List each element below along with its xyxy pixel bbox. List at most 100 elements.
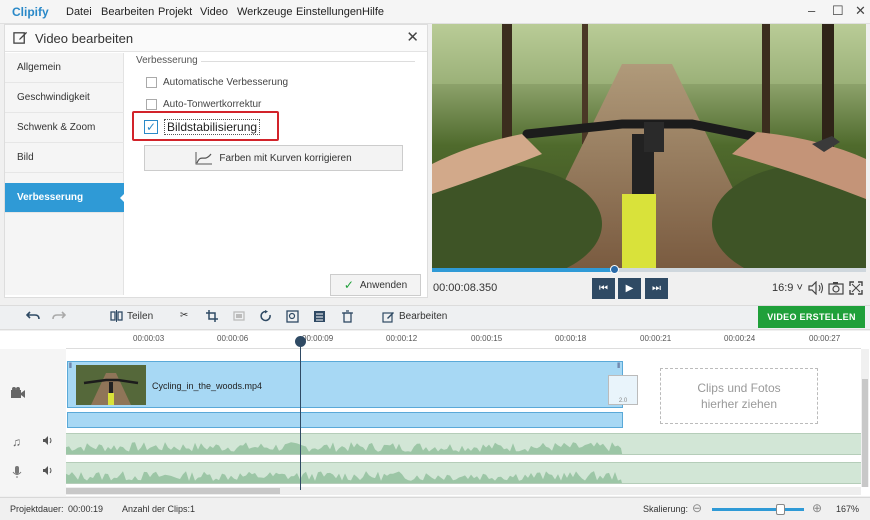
tick-label: 00:00:18 xyxy=(555,334,587,343)
maximize-icon[interactable]: ☐ xyxy=(832,3,844,19)
music-mute-icon[interactable] xyxy=(42,435,54,449)
effects-icon[interactable] xyxy=(313,310,326,323)
option-stabilization[interactable]: ✓ Bildstabilisierung xyxy=(144,119,261,135)
snapshot-icon[interactable] xyxy=(828,281,844,298)
undo-icon[interactable] xyxy=(26,310,40,322)
voice-track[interactable] xyxy=(66,462,861,484)
cut-icon[interactable]: ✂ xyxy=(180,310,188,321)
nav-item-verbesserung[interactable]: Verbesserung xyxy=(5,183,125,213)
voice-mute-icon[interactable] xyxy=(42,465,54,479)
fullscreen-icon[interactable] xyxy=(849,281,863,298)
music-waveform xyxy=(66,442,623,454)
video-clip[interactable]: Cycling_in_the_woods.mp4 ‖ ‖ xyxy=(67,361,623,408)
menu-hilfe[interactable]: Hilfe xyxy=(362,6,384,18)
edit-icon xyxy=(13,31,28,44)
time-ruler[interactable]: 00:00:03 00:00:06 00:00:09 00:00:12 00:0… xyxy=(66,331,861,349)
menu-projekt[interactable]: Projekt xyxy=(158,6,192,18)
tick-label: 00:00:12 xyxy=(386,334,418,343)
option-stabilization-label: Bildstabilisierung xyxy=(164,119,261,135)
tick-label: 00:00:27 xyxy=(809,334,841,343)
zoom-in-icon[interactable]: ⊕ xyxy=(812,501,822,515)
apply-button[interactable]: ✓ Anwenden xyxy=(330,274,421,296)
crop-icon[interactable] xyxy=(206,310,218,322)
menu-video[interactable]: Video xyxy=(200,6,228,18)
trash-icon[interactable] xyxy=(342,310,353,323)
window-close-icon[interactable]: ✕ xyxy=(855,3,866,19)
minimize-icon[interactable]: – xyxy=(808,3,815,18)
option-auto-levels[interactable]: Auto-Tonwertkorrektur xyxy=(146,99,261,110)
zoom-value: 167% xyxy=(836,504,860,514)
edit-side-nav: Allgemein Geschwindigkeit Schwenk & Zoom… xyxy=(5,53,125,295)
color-curves-button[interactable]: Farben mit Kurven korrigieren xyxy=(144,145,403,171)
timeline-vscrollbar[interactable] xyxy=(861,349,869,487)
zoom-frame-icon[interactable] xyxy=(286,310,299,323)
timeline-toolbar: Teilen ✂ Bearbeiten xyxy=(0,305,870,330)
split-label: Teilen xyxy=(127,310,154,322)
skip-forward-icon[interactable]: ⏭ xyxy=(645,278,668,299)
option-auto-levels-label: Auto-Tonwertkorrektur xyxy=(163,99,262,110)
checkbox-auto-levels[interactable] xyxy=(146,99,157,110)
playhead-handle[interactable] xyxy=(295,336,306,347)
vscroll-thumb[interactable] xyxy=(862,379,868,487)
zoom-slider-handle[interactable] xyxy=(776,504,786,515)
create-video-button[interactable]: VIDEO ERSTELLEN xyxy=(758,306,865,328)
curve-icon xyxy=(195,152,213,165)
apply-label: Anwenden xyxy=(359,279,408,291)
edit-panel-header: Video bearbeiten ✕ xyxy=(5,25,427,52)
close-icon[interactable]: ✕ xyxy=(406,28,419,46)
clip-thumbnail xyxy=(76,365,146,405)
menu-werkzeuge[interactable]: Werkzeuge xyxy=(237,6,292,18)
seekbar-progress xyxy=(432,268,615,272)
music-track[interactable] xyxy=(66,433,861,455)
playback-seekbar[interactable] xyxy=(432,265,866,274)
video-preview[interactable] xyxy=(432,24,866,268)
clip-title-bar[interactable] xyxy=(67,412,623,428)
timeline[interactable]: 00:00:03 00:00:06 00:00:09 00:00:12 00:0… xyxy=(0,331,870,496)
section-title: Verbesserung xyxy=(136,55,198,66)
scale-label: Skalierung: xyxy=(643,504,689,514)
menu-bar: Clipify Datei Bearbeiten Projekt Video W… xyxy=(0,0,870,24)
checkbox-stabilization[interactable]: ✓ xyxy=(144,120,158,134)
video-track-icon xyxy=(10,387,26,402)
clips-count-value: 1 xyxy=(190,504,196,514)
transition-badge[interactable]: 2.0 xyxy=(608,375,638,405)
clips-count-label: Anzahl der Clips: xyxy=(122,504,191,514)
menu-datei[interactable]: Datei xyxy=(66,6,92,18)
timeline-hscrollbar[interactable] xyxy=(66,487,861,495)
redo-icon[interactable] xyxy=(52,310,66,322)
menu-bearbeiten[interactable]: Bearbeiten xyxy=(101,6,154,18)
play-icon[interactable]: ▶ xyxy=(618,278,641,299)
video-edit-panel: Video bearbeiten ✕ Allgemein Geschwindig… xyxy=(4,24,428,298)
seekbar-handle[interactable] xyxy=(610,265,620,274)
aspect-ratio-select[interactable]: 16:9 ˅ xyxy=(772,282,803,294)
edit-clip-button[interactable]: Bearbeiten xyxy=(382,310,447,323)
nav-item-bild[interactable]: Bild xyxy=(5,143,124,173)
zoom-slider[interactable] xyxy=(712,504,804,515)
checkbox-auto-enhance[interactable] xyxy=(146,77,157,88)
edit-clip-label: Bearbeiten xyxy=(399,311,448,322)
drop-zone-line-1: Clips und Fotos xyxy=(697,381,781,395)
music-track-icon: ♫ xyxy=(12,435,21,449)
menu-einstellungen[interactable]: Einstellungen xyxy=(296,6,362,18)
pencil-icon xyxy=(382,312,394,323)
nav-item-geschwindigkeit[interactable]: Geschwindigkeit xyxy=(5,83,124,113)
drop-zone[interactable]: Clips und Fotos hierher ziehen xyxy=(660,368,818,424)
nav-item-schwenk-zoom[interactable]: Schwenk & Zoom xyxy=(5,113,124,143)
option-auto-enhance[interactable]: Automatische Verbesserung xyxy=(146,77,288,88)
edit-panel-title: Video bearbeiten xyxy=(35,31,134,46)
rotate-icon[interactable] xyxy=(260,310,272,322)
clip-left-handle[interactable]: ‖ xyxy=(69,363,72,370)
drop-zone-line-2: hierher ziehen xyxy=(700,397,778,411)
duration-label: Projektdauer: xyxy=(10,504,64,514)
skip-back-icon[interactable]: ⏮ xyxy=(592,278,615,299)
duration-value: 00:00:19 xyxy=(68,504,104,514)
timecode: 00:00:08.350 xyxy=(433,282,498,294)
clip-right-handle[interactable]: ‖ xyxy=(617,363,620,370)
zoom-out-icon[interactable]: ⊖ xyxy=(692,501,702,515)
option-auto-enhance-label: Automatische Verbesserung xyxy=(163,77,289,88)
volume-icon[interactable] xyxy=(808,280,824,298)
split-button[interactable]: Teilen xyxy=(110,310,153,322)
hscroll-thumb[interactable] xyxy=(66,488,280,494)
tick-label: 00:00:09 xyxy=(302,334,334,343)
nav-item-allgemein[interactable]: Allgemein xyxy=(5,53,124,83)
